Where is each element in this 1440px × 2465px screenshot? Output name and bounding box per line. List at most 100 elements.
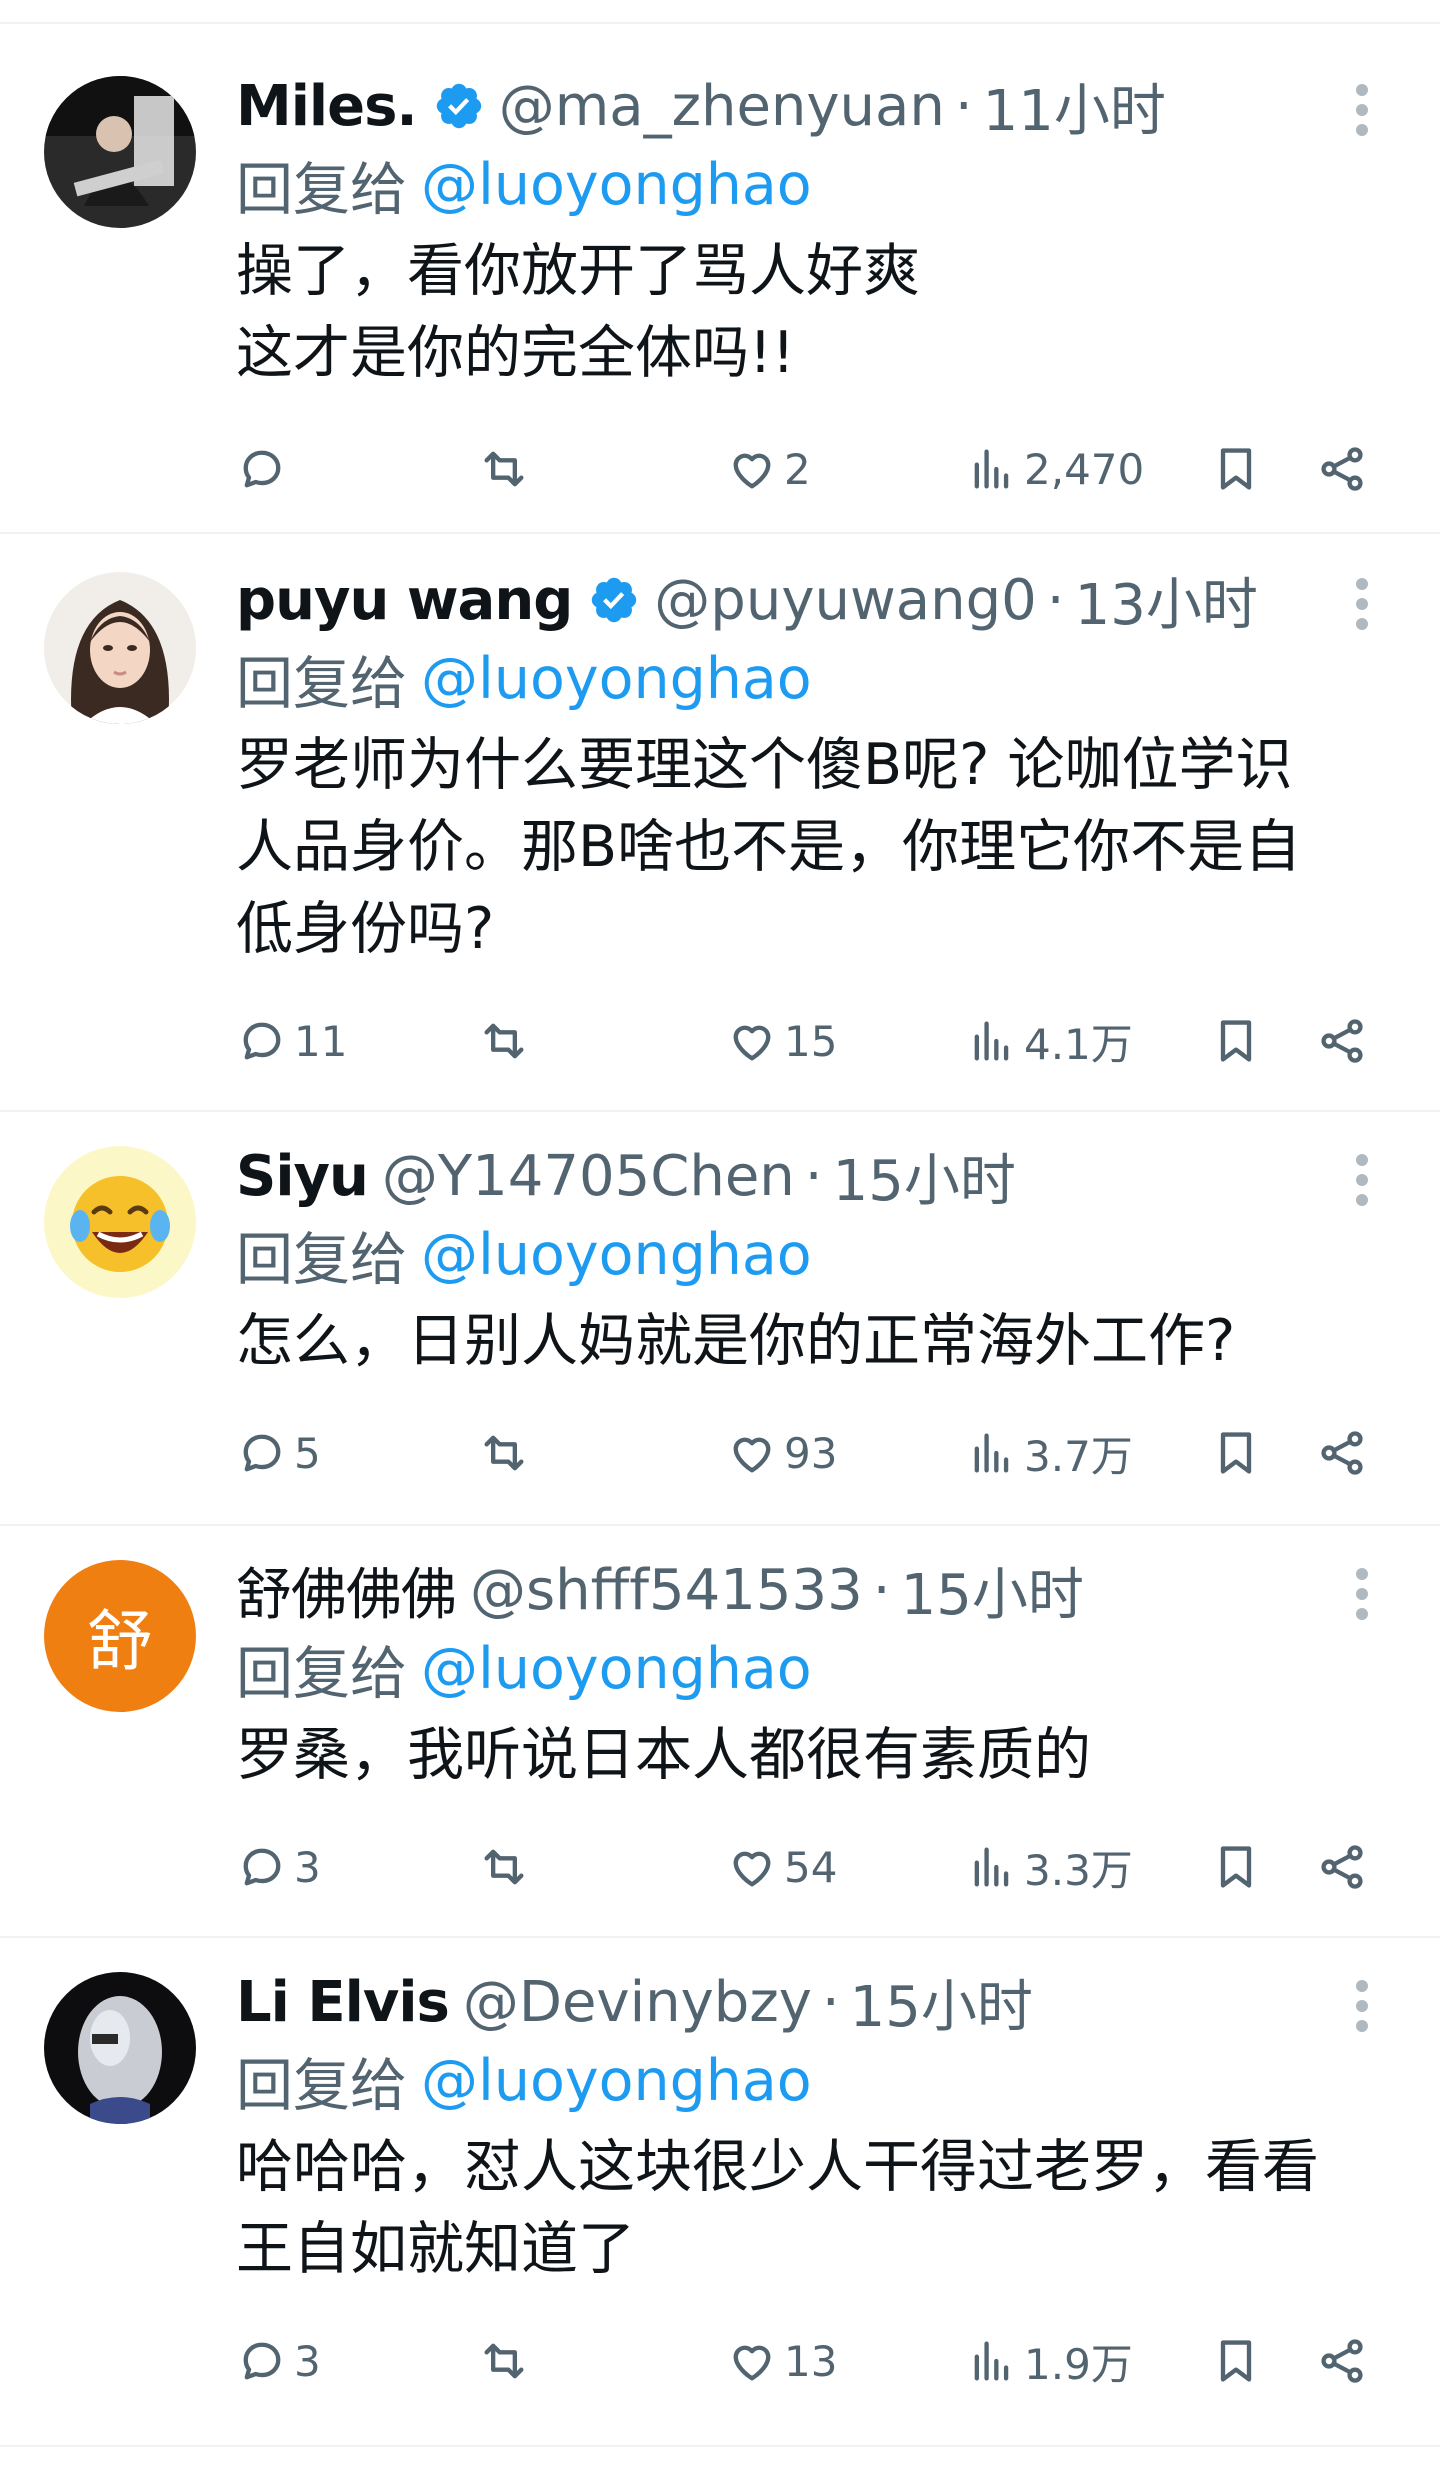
timestamp[interactable]: 15小时 <box>833 1136 1016 1217</box>
display-name[interactable]: Li Elvis <box>236 1970 450 2035</box>
more-icon[interactable] <box>1356 1980 1370 2032</box>
avatar[interactable] <box>44 76 196 228</box>
retweet-button[interactable] <box>478 1418 530 1488</box>
reply-icon <box>243 2342 281 2380</box>
display-name[interactable]: puyu wang <box>236 568 573 633</box>
user-handle[interactable]: @Y14705Chen <box>382 1144 795 1209</box>
more-icon[interactable] <box>1356 84 1370 136</box>
views-icon <box>974 449 1009 489</box>
reply-item[interactable]: Siyu @Y14705Chen · 15小时 回复给 @luoyonghao … <box>0 1112 1440 1526</box>
views-count: 3.3万 <box>1024 1845 1133 1895</box>
separator-dot: · <box>954 73 973 139</box>
bookmark-button[interactable] <box>1210 1006 1262 1076</box>
user-handle[interactable]: @ma_zhenyuan <box>499 74 945 139</box>
bookmark-button[interactable] <box>1210 434 1262 504</box>
avatar-letter: 舒 <box>87 1603 153 1680</box>
share-button[interactable] <box>1316 1832 1368 1902</box>
views-button[interactable]: 4.1万 <box>966 1006 1133 1076</box>
reply-item[interactable]: 舒 舒佛佛佛 @shfff541533 · 15小时 回复给 @luoyongh… <box>0 1526 1440 1938</box>
reply-to-label: 回复给 <box>236 1227 407 1293</box>
display-name[interactable]: Siyu <box>236 1144 369 1209</box>
bookmark-button[interactable] <box>1210 2326 1262 2396</box>
bottom-divider <box>0 2445 1440 2447</box>
reply-count: 11 <box>294 1016 348 1066</box>
reply-to-mention[interactable]: @luoyonghao <box>421 1222 812 1288</box>
reply-count: 3 <box>294 2336 321 2386</box>
like-button[interactable]: 54 <box>726 1832 837 1902</box>
more-icon[interactable] <box>1356 1568 1370 1620</box>
like-count: 54 <box>784 1842 838 1892</box>
more-icon[interactable] <box>1356 578 1370 630</box>
share-button[interactable] <box>1316 1418 1368 1488</box>
separator-dot: · <box>1046 567 1065 633</box>
reply-to-label: 回复给 <box>236 1641 407 1707</box>
views-icon <box>974 1021 1009 1061</box>
reply-to-mention[interactable]: @luoyonghao <box>421 2048 812 2114</box>
like-button[interactable]: 93 <box>726 1418 837 1488</box>
bookmark-icon <box>1220 2340 1252 2382</box>
bookmark-button[interactable] <box>1210 1832 1262 1902</box>
reply-button[interactable]: 3 <box>236 1832 321 1902</box>
reply-to-mention[interactable]: @luoyonghao <box>421 152 812 218</box>
user-handle[interactable]: @Devinybzy <box>463 1970 812 2035</box>
like-button[interactable]: 2 <box>726 434 811 504</box>
views-count: 3.7万 <box>1024 1431 1133 1481</box>
retweet-button[interactable] <box>478 434 530 504</box>
views-icon <box>974 1847 1009 1887</box>
views-count: 4.1万 <box>1024 1019 1133 1069</box>
retweet-icon <box>484 1435 524 1471</box>
timestamp[interactable]: 15小时 <box>850 1962 1033 2043</box>
timestamp[interactable]: 11小时 <box>983 66 1166 147</box>
separator-dot: · <box>804 1143 823 1209</box>
retweet-button[interactable] <box>478 1832 530 1902</box>
reply-button[interactable]: 5 <box>236 1418 321 1488</box>
user-handle[interactable]: @puyuwang0 <box>654 568 1036 633</box>
like-count: 15 <box>784 1016 838 1066</box>
retweet-icon <box>484 1849 524 1885</box>
avatar[interactable] <box>44 1972 196 2124</box>
verified-icon <box>592 577 637 623</box>
reply-to-mention[interactable]: @luoyonghao <box>421 1636 812 1702</box>
views-button[interactable]: 2,470 <box>966 434 1144 504</box>
share-button[interactable] <box>1316 1006 1368 1076</box>
views-button[interactable]: 3.3万 <box>966 1832 1133 1902</box>
like-icon <box>733 453 771 489</box>
share-button[interactable] <box>1316 2326 1368 2396</box>
avatar[interactable] <box>44 572 196 724</box>
top-divider <box>0 22 1440 24</box>
like-icon <box>733 2345 771 2381</box>
bookmark-icon <box>1220 1846 1252 1888</box>
reply-button[interactable]: 11 <box>236 1006 347 1076</box>
avatar[interactable]: 舒 <box>44 1560 196 1712</box>
verified-icon <box>436 83 481 129</box>
reply-item[interactable]: Miles. @ma_zhenyuan · 11小时 回复给 @luoyongh… <box>0 26 1440 534</box>
more-icon[interactable] <box>1356 1154 1370 1206</box>
reply-button[interactable] <box>236 434 294 504</box>
retweet-button[interactable] <box>478 2326 530 2396</box>
retweet-icon <box>484 2343 524 2379</box>
like-button[interactable]: 15 <box>726 1006 837 1076</box>
bookmark-button[interactable] <box>1210 1418 1262 1488</box>
reply-to-mention[interactable]: @luoyonghao <box>421 646 812 712</box>
timestamp[interactable]: 15小时 <box>901 1550 1084 1631</box>
bookmark-icon <box>1220 448 1252 490</box>
timestamp[interactable]: 13小时 <box>1075 560 1258 641</box>
like-count: 93 <box>784 1428 838 1478</box>
display-name[interactable]: Miles. <box>236 74 418 139</box>
retweet-icon <box>484 451 524 487</box>
reply-text: 哈哈哈，怼人这块很少人干得过老罗，看看 王自如就知道了 <box>236 2134 1319 2282</box>
reply-button[interactable]: 3 <box>236 2326 321 2396</box>
retweet-button[interactable] <box>478 1006 530 1076</box>
user-handle[interactable]: @shfff541533 <box>470 1558 863 1623</box>
bookmark-icon <box>1220 1432 1252 1474</box>
reply-item[interactable]: Li Elvis @Devinybzy · 15小时 回复给 @luoyongh… <box>0 1938 1440 2445</box>
views-button[interactable]: 1.9万 <box>966 2326 1133 2396</box>
reply-item[interactable]: puyu wang @puyuwang0 · 13小时 回复给 @luoyong… <box>0 534 1440 1112</box>
avatar[interactable] <box>44 1146 196 1298</box>
display-name[interactable]: 舒佛佛佛 <box>236 1550 457 1631</box>
reply-to-label: 回复给 <box>236 157 407 223</box>
like-button[interactable]: 13 <box>726 2326 837 2396</box>
share-button[interactable] <box>1316 434 1368 504</box>
views-button[interactable]: 3.7万 <box>966 1418 1133 1488</box>
like-icon <box>733 1851 771 1887</box>
